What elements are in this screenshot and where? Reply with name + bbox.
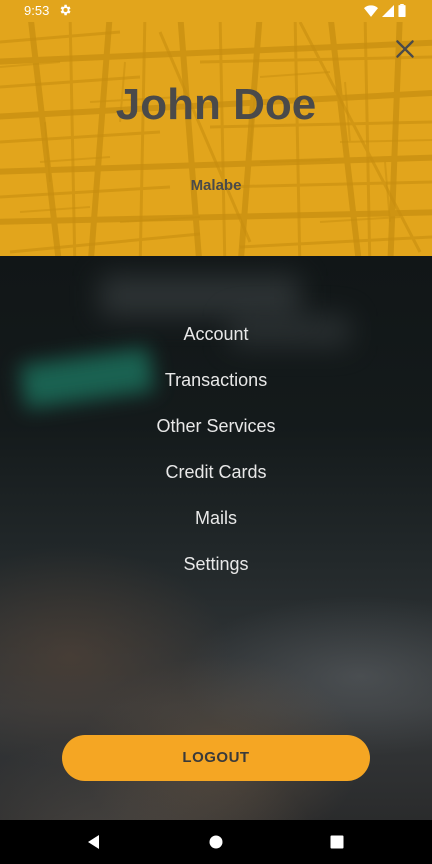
menu-item-mails[interactable]: Mails <box>0 495 432 541</box>
profile-location: Malabe <box>190 177 242 194</box>
gear-icon <box>60 4 71 16</box>
logout-button[interactable]: LOGOUT <box>62 735 370 781</box>
menu-item-transactions[interactable]: Transactions <box>0 357 432 403</box>
signal-icon <box>382 4 394 17</box>
map-background <box>0 22 432 256</box>
menu-item-settings[interactable]: Settings <box>0 541 432 587</box>
close-icon[interactable] <box>392 36 418 62</box>
status-icons <box>364 4 406 17</box>
recents-icon[interactable] <box>327 832 347 852</box>
wifi-icon <box>364 4 378 17</box>
drawer-menu: Account Transactions Other Services Cred… <box>0 311 432 587</box>
home-icon[interactable] <box>206 832 226 852</box>
profile-header: John Doe Malabe <box>0 22 432 256</box>
status-bar: 9:53 <box>0 0 432 22</box>
drawer-screen: 9:53 John Doe Malabe Account Transaction… <box>0 0 432 864</box>
back-icon[interactable] <box>84 832 104 852</box>
menu-item-account[interactable]: Account <box>0 311 432 357</box>
profile-name: John Doe <box>115 80 317 129</box>
menu-item-credit-cards[interactable]: Credit Cards <box>0 449 432 495</box>
status-time: 9:53 <box>24 3 50 18</box>
navigation-bar <box>0 820 432 864</box>
battery-icon <box>398 4 406 17</box>
menu-item-other-services[interactable]: Other Services <box>0 403 432 449</box>
